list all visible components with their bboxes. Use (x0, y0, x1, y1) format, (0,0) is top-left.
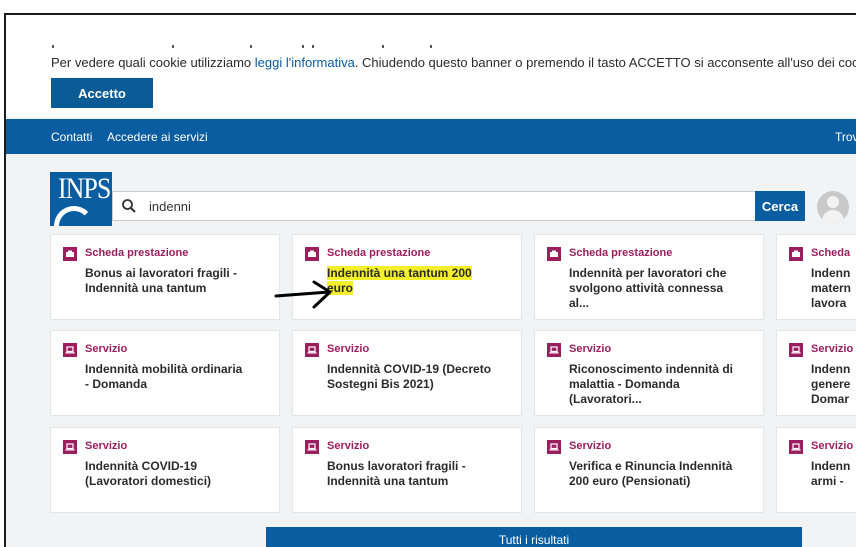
result-card[interactable]: Servizio Riconoscimento indennità di malat… (535, 331, 763, 415)
result-type-label: Servizio (327, 343, 370, 355)
result-title[interactable]: Indenn genere Domar (811, 362, 856, 407)
result-title-line: 200 euro (Pensionati) (569, 474, 691, 488)
result-card[interactable]: Servizio Indenn armi - (777, 428, 856, 512)
laptop-icon (547, 343, 561, 357)
result-title[interactable]: Indennità una tantum 200 euro (327, 266, 507, 296)
result-title[interactable]: Indennità mobilità ordinaria - Domanda (85, 362, 265, 392)
result-type-label: Servizio (811, 343, 854, 355)
result-card[interactable]: Servizio Indennità COVID-19 (Decreto Soste… (293, 331, 521, 415)
result-card[interactable]: Scheda prestazione Bonus ai lavoratori fr… (51, 235, 279, 319)
nav-services-link[interactable]: Accedere ai servizi (107, 130, 208, 144)
result-title-line: Indenn (811, 459, 851, 473)
nav-contacts-link[interactable]: Contatti (51, 130, 92, 144)
top-navigation-bar: Contatti Accedere ai servizi Trov (6, 119, 856, 154)
search-icon (122, 199, 136, 213)
result-type-label: Servizio (569, 440, 612, 452)
result-card[interactable]: Servizio Indennità COVID-19 (Lavoratori do… (51, 428, 279, 512)
result-title[interactable]: Indenn armi - (811, 459, 856, 489)
result-type-label: Scheda prestazione (569, 247, 673, 259)
result-title[interactable]: Indennità COVID-19 (Lavoratori domestici) (85, 459, 265, 489)
result-type-label: Servizio (85, 440, 128, 452)
inps-logo[interactable]: INPS (50, 172, 112, 226)
result-title[interactable]: Indennità COVID-19 (Decreto Sostegni Bis … (327, 362, 507, 392)
logo-text: INPS (58, 172, 111, 206)
laptop-icon (305, 440, 319, 454)
screenshot-margin (0, 0, 856, 14)
result-card[interactable]: Servizio Bonus lavoratori fragili - Indenn… (293, 428, 521, 512)
laptop-icon (789, 440, 803, 454)
laptop-icon (547, 440, 561, 454)
result-title[interactable]: Bonus lavoratori fragili - Indennità una … (327, 459, 507, 489)
result-title-line: Bonus lavoratori fragili - (327, 459, 466, 473)
result-title-line: Indennità una tantum (85, 281, 207, 295)
result-title-line: lavora (811, 296, 847, 310)
laptop-icon (305, 343, 319, 357)
avatar-body (822, 210, 844, 223)
result-type-label: Servizio (85, 343, 128, 355)
cut-off-text-line (52, 45, 472, 48)
nav-find-link[interactable]: Trov (835, 130, 856, 144)
result-title-line: al... (569, 296, 590, 310)
result-title-line: armi - (811, 474, 844, 488)
result-title[interactable]: Indennità per lavoratori che svolgono att… (569, 266, 749, 311)
result-type-label: Servizio (569, 343, 612, 355)
result-title-line: Bonus ai lavoratori fragili - (85, 266, 238, 280)
result-title[interactable]: Bonus ai lavoratori fragili - Indennità u… (85, 266, 265, 296)
result-type-label: Servizio (811, 440, 854, 452)
result-card[interactable]: Servizio Indenn genere Domar (777, 331, 856, 415)
card-icon (63, 247, 77, 261)
result-type-label: Scheda prestazione (85, 247, 189, 259)
card-icon (305, 247, 319, 261)
result-title-line: Indenn (811, 266, 851, 280)
cookie-text-after: . Chiudendo questo banner o premendo il … (354, 55, 856, 70)
result-title-line: matern (811, 281, 852, 295)
result-title-line: - Domanda (85, 377, 148, 391)
search-box (112, 191, 758, 221)
result-type-label: Scheda prestazione (327, 247, 431, 259)
result-title-line: (Lavoratori domestici) (85, 474, 212, 488)
result-title-line: Indennità COVID-19 (Decreto (327, 362, 492, 376)
avatar-head (827, 196, 839, 208)
result-title-line: Indenn (811, 362, 851, 376)
result-title-line: Indennità per lavoratori che (569, 266, 727, 280)
result-title-line: Indennità mobilità ordinaria (85, 362, 243, 376)
result-title-line: Domar (811, 392, 850, 406)
result-title[interactable]: Riconoscimento indennità di malattia - Do… (569, 362, 749, 407)
search-input[interactable] (149, 196, 729, 216)
result-type-label: Scheda (811, 247, 851, 259)
search-button[interactable]: Cerca (755, 191, 805, 221)
browser-page: Per vedere quali cookie utilizziamo legg… (6, 15, 856, 547)
cookie-banner: Per vedere quali cookie utilizziamo legg… (6, 15, 856, 117)
result-card[interactable]: Scheda prestazione Indennità per lavorato… (535, 235, 763, 319)
laptop-icon (789, 343, 803, 357)
privacy-link[interactable]: leggi l'informativa (255, 55, 355, 70)
result-title-line: Indennità una tantum (327, 474, 449, 488)
annotation-arrow-icon (274, 280, 332, 309)
user-avatar[interactable] (817, 191, 849, 223)
result-title[interactable]: Indenn matern lavora (811, 266, 856, 311)
result-title-line: Riconoscimento indennità di (569, 362, 734, 376)
result-title-line: svolgono attività connessa (569, 281, 724, 295)
result-title[interactable]: Verifica e Rinuncia Indennità 200 euro (P… (569, 459, 749, 489)
cookie-text-before: Per vedere quali cookie utilizziamo (51, 55, 255, 70)
result-title-line: Sostegni Bis 2021) (327, 377, 434, 391)
result-title-line: Indennità COVID-19 (85, 459, 198, 473)
card-icon (547, 247, 561, 261)
result-type-label: Servizio (327, 440, 370, 452)
card-icon (789, 247, 803, 261)
result-card[interactable]: Servizio Indennità mobilità ordinaria - Do… (51, 331, 279, 415)
logo-swoosh (54, 206, 94, 226)
result-title-line: Verifica e Rinuncia Indennità (569, 459, 733, 473)
result-card[interactable]: Scheda Indenn matern lavora (777, 235, 856, 319)
result-title-line: malattia - Domanda (569, 377, 680, 391)
accept-cookies-button[interactable]: Accetto (51, 78, 153, 108)
all-results-button[interactable]: Tutti i risultati (266, 527, 802, 547)
result-title-line: genere (811, 377, 851, 391)
result-title-line: (Lavoratori... (569, 392, 642, 406)
cookie-message: Per vedere quali cookie utilizziamo legg… (51, 55, 856, 70)
laptop-icon (63, 343, 77, 357)
laptop-icon (63, 440, 77, 454)
result-title-line: Indennità una tantum 200 (327, 266, 472, 280)
result-card[interactable]: Servizio Verifica e Rinuncia Indennità 200… (535, 428, 763, 512)
